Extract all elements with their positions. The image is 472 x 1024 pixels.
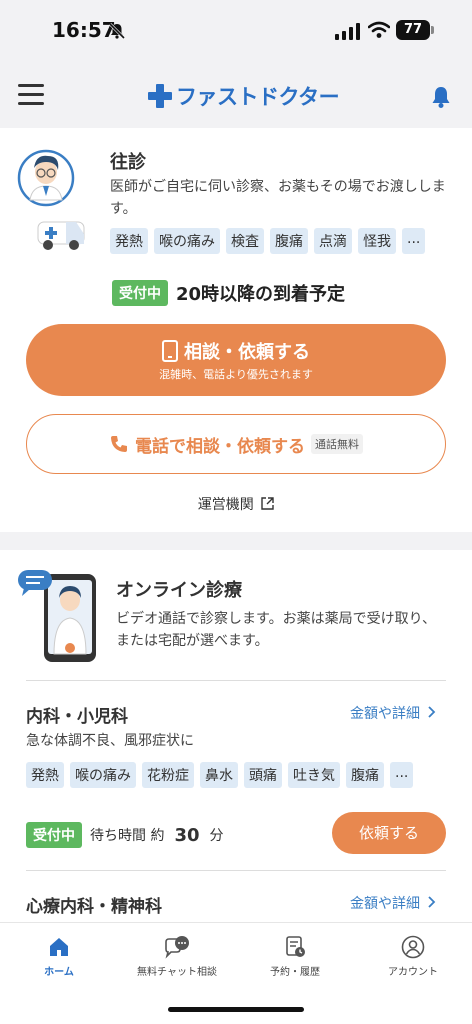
home-icon <box>50 938 68 956</box>
external-link-icon <box>261 497 274 510</box>
consult-request-button[interactable]: 相談・依頼する 混雑時、電話より優先されます <box>26 324 446 396</box>
wifi-icon <box>368 21 390 38</box>
symptom-tag: 腹痛 <box>270 228 308 254</box>
online-consult-title: オンライン診療 <box>116 580 242 601</box>
internal-medicine-title: 内科・小児科 <box>26 707 128 727</box>
online-consult-card: オンライン診療 ビデオ通話で診察します。お薬は薬局で受け取り、または宅配が選べま… <box>0 550 472 930</box>
phone-consult-label: 電話で相談・依頼する <box>135 436 305 457</box>
cellular-signal-icon <box>335 23 360 40</box>
symptom-tag: 鼻水 <box>200 762 238 788</box>
symptom-tag: 発熱 <box>26 762 64 788</box>
internal-request-button[interactable]: 依頼する <box>332 812 446 854</box>
app-header: ファストドクター <box>0 64 472 128</box>
status-badge: 受付中 <box>26 822 82 848</box>
house-call-tags: 発熱 喉の痛み 検査 腹痛 点滴 怪我 ... <box>110 228 426 254</box>
cross-logo-icon <box>148 84 172 108</box>
house-call-card: 往診 医師がご自宅に伺い診察、お薬もその場でお渡しします。 発熱 喉の痛み 検査… <box>0 128 472 532</box>
wait-time-unit: 分 <box>209 828 224 844</box>
arrival-row: 受付中 20時以降の到着予定 <box>112 280 345 306</box>
home-indicator <box>168 1007 304 1012</box>
brand-logo: ファストドクター <box>148 80 340 112</box>
account-icon <box>401 935 425 959</box>
symptom-tag: 喉の痛み <box>154 228 220 254</box>
free-call-badge: 通話無料 <box>311 434 363 454</box>
battery-cap <box>431 26 434 34</box>
consult-request-sublabel: 混雑時、電話より優先されます <box>159 368 313 381</box>
status-badge: 受付中 <box>112 280 168 306</box>
house-call-title: 往診 <box>110 152 146 173</box>
arrival-estimate: 20時以降の到着予定 <box>176 284 346 305</box>
tab-label: 予約・履歴 <box>270 967 320 978</box>
internal-medicine-subtitle: 急な体調不良、風邪症状に <box>26 733 194 749</box>
chevron-right-icon <box>428 896 436 908</box>
operator-link-label: 運営機関 <box>197 497 254 513</box>
symptom-tag: 花粉症 <box>142 762 194 788</box>
psychiatry-detail-link[interactable]: 金額や詳細 <box>350 893 437 913</box>
symptom-tag: 頭痛 <box>244 762 282 788</box>
tab-label: ホーム <box>44 967 74 978</box>
section-divider <box>26 870 446 871</box>
chevron-right-icon <box>428 706 436 718</box>
wait-time-prefix: 待ち時間 約 <box>90 828 165 844</box>
detail-link-label: 金額や詳細 <box>350 896 420 912</box>
tab-label: 無料チャット相談 <box>137 967 217 978</box>
tab-label: アカウント <box>388 967 438 978</box>
history-icon <box>286 936 305 957</box>
operator-link[interactable]: 運営機関 <box>0 494 472 514</box>
internal-detail-link[interactable]: 金額や詳細 <box>350 703 437 723</box>
symptom-tag: 検査 <box>226 228 264 254</box>
symptom-tag: 発熱 <box>110 228 148 254</box>
smartphone-icon <box>162 340 178 362</box>
tab-home[interactable]: ホーム <box>0 935 118 978</box>
brand-name: ファストドクター <box>176 85 340 109</box>
section-divider <box>26 680 446 681</box>
phone-consult-button[interactable]: 電話で相談・依頼する 通話無料 <box>26 414 446 474</box>
tab-booking-history[interactable]: 予約・履歴 <box>236 935 354 978</box>
detail-link-label: 金額や詳細 <box>350 706 420 722</box>
symptom-tag: 吐き気 <box>288 762 340 788</box>
status-time: 16:57 <box>52 18 116 42</box>
bell-icon[interactable] <box>428 84 454 110</box>
tab-free-chat[interactable]: 無料チャット相談 <box>118 935 236 978</box>
hamburger-menu-icon[interactable] <box>18 84 44 106</box>
wait-time-value: 30 <box>174 824 200 846</box>
chat-icon <box>165 936 189 959</box>
symptom-tag: 怪我 <box>358 228 396 254</box>
online-consult-description: ビデオ通話で診察します。お薬は薬局で受け取り、または宅配が選べます。 <box>116 611 437 649</box>
psychiatry-title: 心療内科・精神科 <box>26 897 162 917</box>
more-tag: ... <box>390 762 414 788</box>
internal-medicine-tags: 発熱 喉の痛み 花粉症 鼻水 頭痛 吐き気 腹痛 ... <box>26 762 414 788</box>
symptom-tag: 腹痛 <box>346 762 384 788</box>
consult-request-label: 相談・依頼する <box>184 342 310 363</box>
online-doctor-illustration <box>18 570 96 662</box>
symptom-tag: 点滴 <box>314 228 352 254</box>
doctor-with-ambulance-illustration <box>17 149 85 250</box>
battery-indicator: 77 <box>396 20 430 40</box>
bell-off-icon <box>108 22 126 40</box>
more-tag: ... <box>402 228 426 254</box>
symptom-tag: 喉の痛み <box>70 762 136 788</box>
phone-icon <box>111 436 127 452</box>
status-bar: 16:57 77 <box>0 0 472 64</box>
wait-time-row: 受付中 待ち時間 約 30 分 <box>26 822 224 848</box>
tab-account[interactable]: アカウント <box>354 935 472 978</box>
house-call-description: 医師がご自宅に伺い診察、お薬もその場でお渡しします。 <box>110 179 446 217</box>
